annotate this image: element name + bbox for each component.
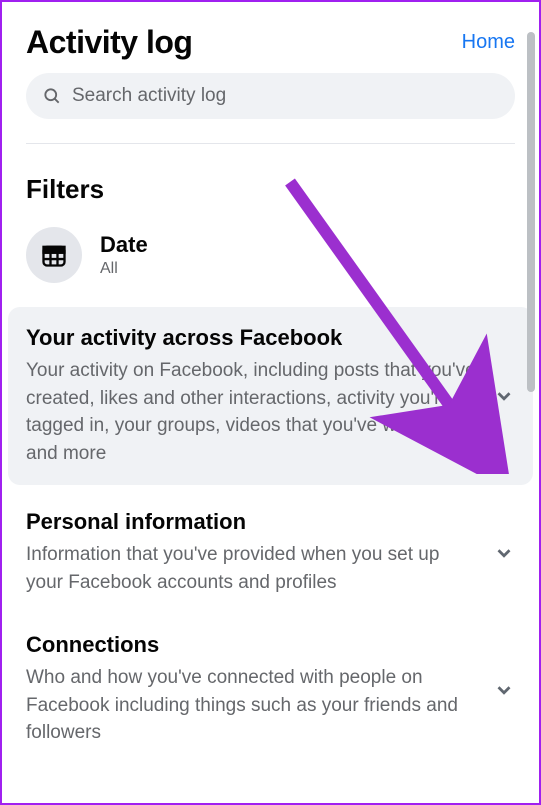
page-title: Activity log — [26, 24, 192, 61]
header: Activity log Home — [2, 2, 539, 73]
home-link[interactable]: Home — [462, 31, 515, 54]
calendar-icon — [26, 227, 82, 283]
filter-date-value: All — [100, 260, 148, 278]
category-title: Personal information — [26, 509, 477, 535]
filter-date-label: Date — [100, 232, 148, 258]
category-personal-information[interactable]: Personal information Information that yo… — [2, 491, 539, 614]
scrollbar[interactable] — [527, 32, 535, 392]
category-title: Your activity across Facebook — [26, 325, 477, 351]
filters-section: Filters Date All — [2, 144, 539, 301]
category-desc: Information that you've provided when yo… — [26, 541, 477, 596]
category-connections[interactable]: Connections Who and how you've connected… — [2, 614, 539, 765]
filters-heading: Filters — [26, 174, 515, 205]
filter-date[interactable]: Date All — [26, 227, 515, 283]
category-desc: Your activity on Facebook, including pos… — [26, 357, 477, 467]
chevron-down-icon — [493, 679, 515, 701]
chevron-down-icon — [493, 542, 515, 564]
chevron-down-icon — [493, 385, 515, 407]
category-desc: Who and how you've connected with people… — [26, 664, 477, 747]
search-box[interactable] — [26, 73, 515, 119]
search-icon — [42, 86, 62, 106]
category-title: Connections — [26, 632, 477, 658]
search-input[interactable] — [72, 85, 499, 107]
category-activity-across-facebook[interactable]: Your activity across Facebook Your activ… — [8, 307, 533, 485]
